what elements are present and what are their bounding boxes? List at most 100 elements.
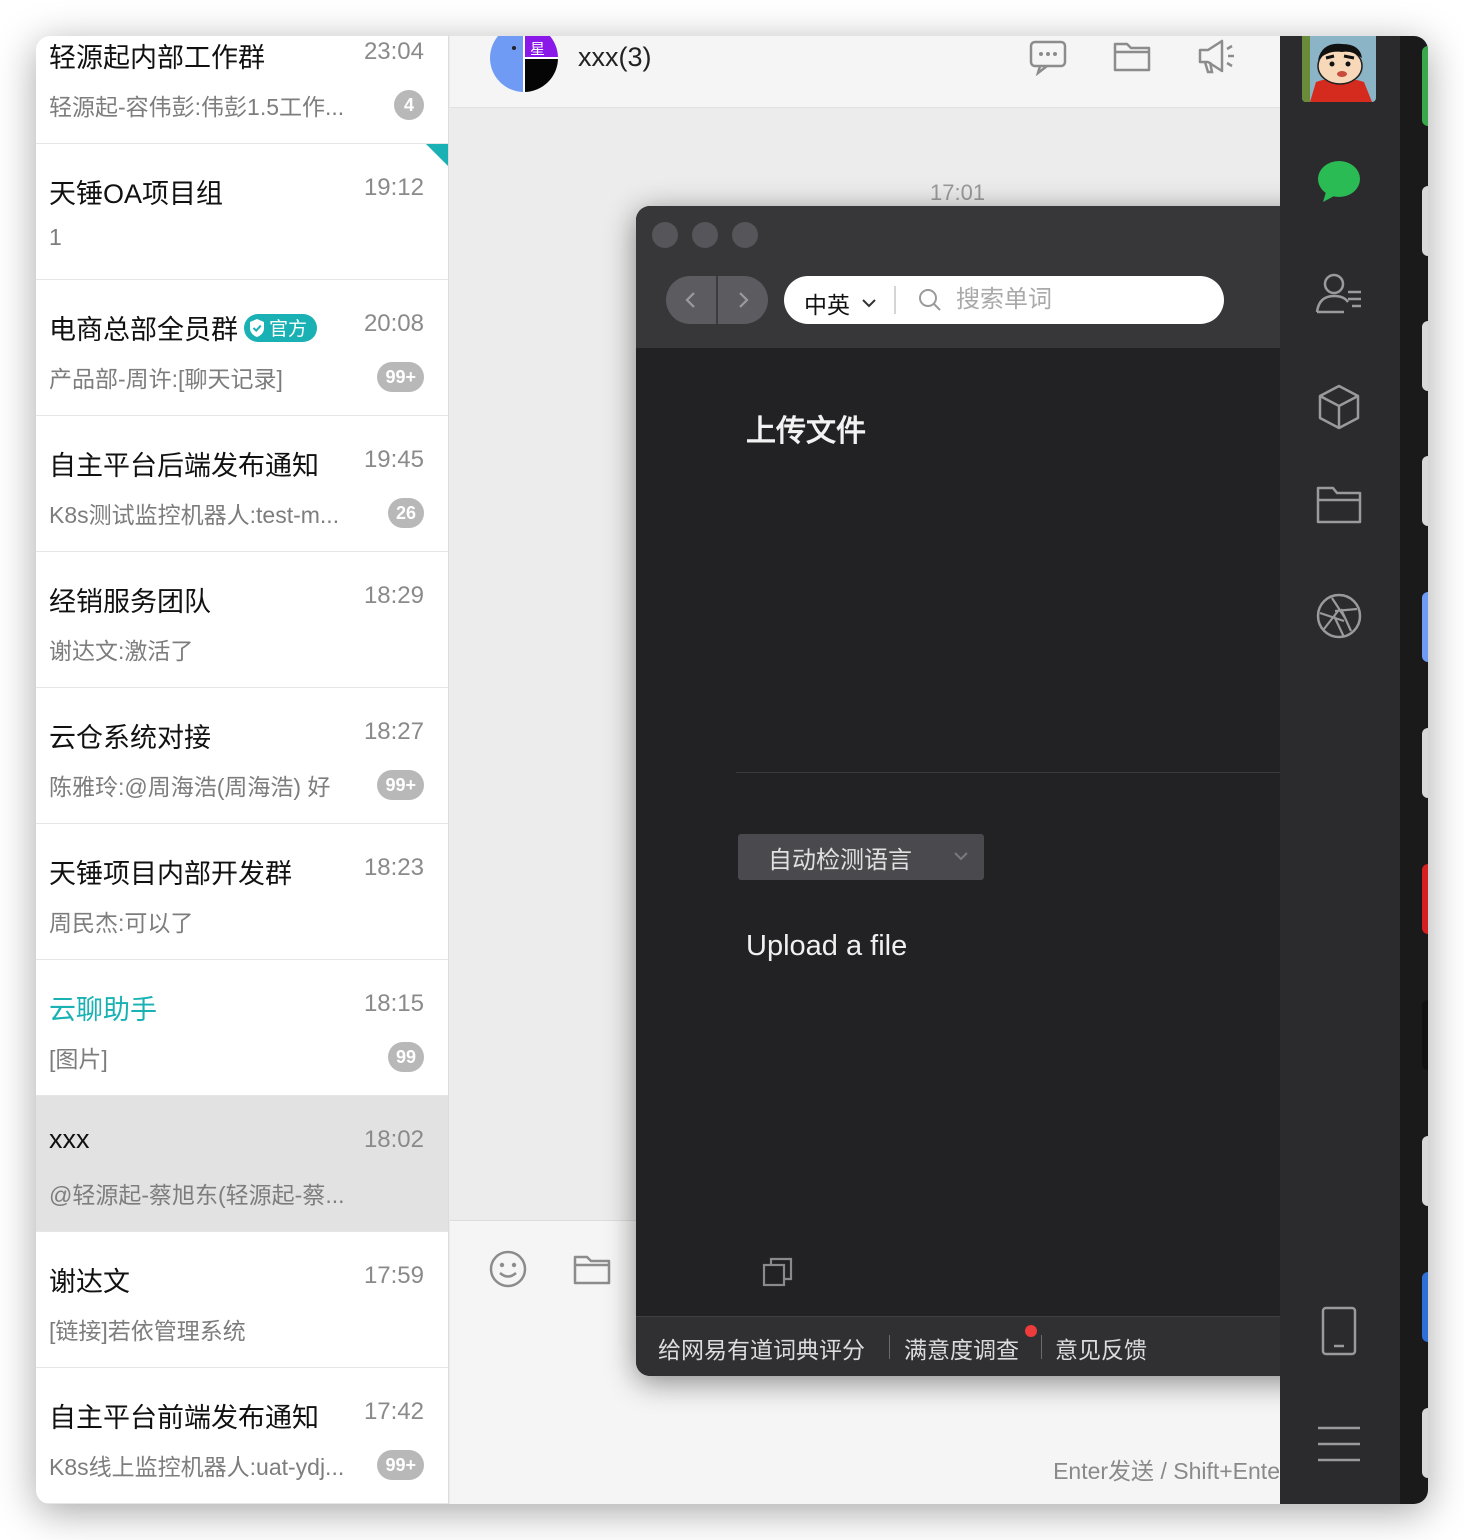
menu-icon[interactable] [1314,1420,1364,1470]
user-avatar[interactable] [1302,36,1376,102]
window-minimize-button[interactable] [692,222,718,248]
unread-badge: 99+ [377,1450,424,1480]
conversation-name-text: 电商总部全员群 [49,315,238,345]
chevron-down-icon [954,852,968,861]
chat-record-icon[interactable] [1028,36,1068,76]
shield-check-icon [250,318,264,337]
chat-icon[interactable] [1314,156,1364,206]
conversation-name: 自主平台后端发布通知 [49,451,319,481]
conversation-name: 轻源起内部工作群 [49,43,265,73]
conversation-preview: 陈雅玲:@周海浩(周海浩) 好 [49,774,331,800]
conversation-time: 19:12 [363,174,424,201]
search-icon [919,289,941,311]
conversation-item[interactable]: 天锤项目内部开发群 18:23 周民杰:可以了 [36,824,448,960]
background-window-fragment [1422,1136,1428,1206]
emoji-icon[interactable] [488,1249,528,1289]
conversation-item[interactable]: 自主平台前端发布通知 17:42 K8s线上监控机器人:uat-ydj... 9… [36,1368,448,1504]
unread-badge: 99+ [377,770,424,800]
folder-icon[interactable] [572,1249,612,1289]
conversation-time: 18:29 [363,582,424,609]
conversation-preview: K8s测试监控机器人:test-m... [49,502,340,528]
user-avatar-image [1302,36,1376,102]
background-window-fragment [1422,728,1428,798]
message-timestamp: 17:01 [930,180,986,205]
discover-icon[interactable] [1314,591,1364,641]
background-window-fragment [1422,456,1428,526]
megaphone-icon[interactable] [1196,36,1236,76]
conversation-item[interactable]: 云聊助手 18:15 [图片] 99 [36,960,448,1096]
send-shortcut-hint: Enter发送 / Shift+Ente [1053,1458,1280,1484]
conversation-item[interactable]: 经销服务团队 18:29 谢达文:激活了 [36,552,448,688]
folder-icon[interactable] [1112,36,1152,76]
chat-header: 星 xxx(3) [450,36,1280,108]
background-window-fragment [1422,46,1428,126]
workbench-icon[interactable] [1314,382,1364,432]
detect-language-select[interactable]: 自动检测语言 [738,834,984,880]
conversation-name: 云聊助手 [49,995,157,1025]
footer-divider [1041,1335,1042,1359]
chevron-down-icon [862,299,876,308]
group-avatar-image [490,36,558,92]
upload-file-title[interactable]: 上传文件 [746,406,866,450]
conversation-preview: 轻源起-容伟彭:伟彭1.5工作... [49,94,345,120]
phone-icon[interactable] [1314,1306,1364,1356]
language-pair-label: 中英 [804,292,850,318]
background-window-fragment [1422,864,1428,934]
group-avatar[interactable]: 星 [490,36,558,92]
background-window-edge [1400,36,1428,1504]
unread-badge: 99 [387,1042,424,1072]
background-window-fragment [1422,186,1428,256]
background-window-fragment [1422,321,1428,391]
forward-button[interactable] [718,276,768,324]
copy-icon[interactable] [760,1254,796,1290]
dictionary-toolbar: 中英 [636,206,1336,348]
conversation-time: 18:23 [363,854,424,881]
conversation-name: 天锤项目内部开发群 [49,859,292,889]
conversation-preview: [链接]若依管理系统 [49,1318,246,1344]
dictionary-footer: 给网易有道词典评分 满意度调查 意见反馈 [636,1316,1336,1376]
conversation-item-selected[interactable]: xxx 18:02 @轻源起-蔡旭东(轻源起-蔡... [36,1096,448,1232]
contacts-icon[interactable] [1314,269,1364,319]
official-badge: 官方 [244,313,318,342]
window-zoom-button[interactable] [732,222,758,248]
unread-badge: 99+ [377,362,424,392]
conversation-item[interactable]: 轻源起内部工作群 23:04 轻源起-容伟彭:伟彭1.5工作... 4 [36,36,448,144]
conversation-name: 天锤OA项目组 [49,179,224,209]
feedback-link[interactable]: 意见反馈 [1055,1331,1147,1365]
conversation-item[interactable]: 电商总部全员群 官方 20:08 产品部-周许:[聊天记录] 99+ [36,280,448,416]
conversation-item[interactable]: 自主平台后端发布通知 19:45 K8s测试监控机器人:test-m... 26 [36,416,448,552]
search-input[interactable] [956,282,1206,318]
language-pair-select[interactable]: 中英 [804,286,876,320]
conversation-preview: 谢达文:激活了 [49,638,194,664]
survey-link[interactable]: 满意度调查 [904,1331,1019,1365]
conversation-preview: @轻源起-蔡旭东(轻源起-蔡... [49,1182,345,1208]
dictionary-popup: 中英 上传文件 自动检测语言 Upload a file 给网易有道 [636,206,1336,1376]
background-window-fragment [1422,592,1428,662]
conversation-preview: 产品部-周许:[聊天记录] [49,366,283,392]
conversation-time: 20:08 [363,310,424,337]
conversation-time: 17:42 [363,1398,424,1425]
conversation-name: 电商总部全员群 官方 [49,308,318,347]
conversation-item[interactable]: 谢达文 17:59 [链接]若依管理系统 [36,1232,448,1368]
pinned-corner-mark [426,144,448,166]
conversation-item[interactable]: 天锤OA项目组 19:12 1 [36,144,448,280]
conversation-preview: K8s线上监控机器人:uat-ydj... [49,1454,345,1480]
conversation-name: 谢达文 [49,1267,130,1297]
upload-file-translation[interactable]: Upload a file [746,930,907,963]
footer-divider [889,1335,890,1359]
conversation-list[interactable]: 轻源起内部工作群 23:04 轻源起-容伟彭:伟彭1.5工作... 4 天锤OA… [36,36,449,1504]
files-icon[interactable] [1314,480,1364,530]
conversation-preview: 周民杰:可以了 [49,910,194,936]
conversation-item[interactable]: 云仓系统对接 18:27 陈雅玲:@周海浩(周海浩) 好 99+ [36,688,448,824]
rate-dictionary-link[interactable]: 给网易有道词典评分 [658,1331,865,1365]
conversation-time: 17:59 [363,1262,424,1289]
conversation-time: 18:15 [363,990,424,1017]
conversation-preview: 1 [49,224,62,250]
conversation-time: 18:02 [363,1126,424,1153]
conversation-time: 19:45 [363,446,424,473]
background-window-fragment [1422,1000,1428,1070]
window-close-button[interactable] [652,222,678,248]
back-button[interactable] [666,276,716,324]
chevron-right-icon [739,292,749,308]
chevron-left-icon [685,292,695,308]
